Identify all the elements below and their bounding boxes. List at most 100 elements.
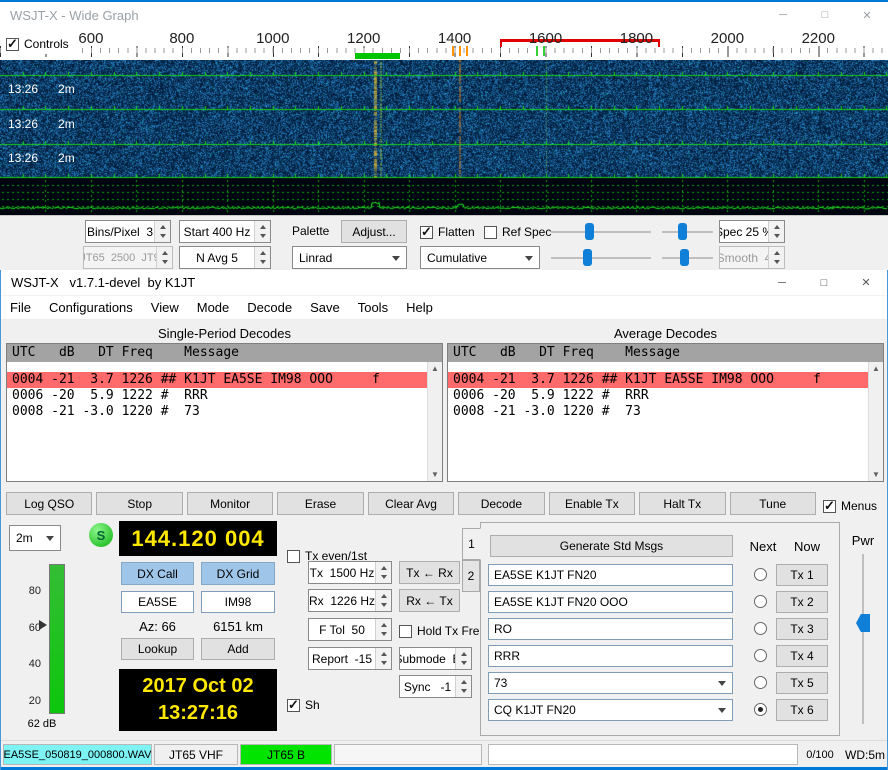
dx-grid-field[interactable]: IM98	[201, 591, 275, 613]
scroll-down-icon[interactable]: ▼	[428, 470, 442, 479]
menu-view[interactable]: View	[142, 296, 188, 319]
stop-button[interactable]: Stop	[96, 492, 182, 515]
decode-scrollbar[interactable]: ▲▼	[427, 362, 442, 481]
halt-tx-button[interactable]: Halt Tx	[639, 492, 725, 515]
spinner-arrows-icon[interactable]	[455, 676, 471, 697]
tx-6-button[interactable]: Tx 6	[776, 699, 828, 721]
rx-freq-spinner[interactable]: Rx 1226 Hz	[308, 589, 392, 612]
spinner-arrows-icon[interactable]	[375, 619, 391, 640]
rx-from-tx-button[interactable]: Rx ← Tx	[399, 589, 460, 612]
tx-message-5-field[interactable]: 73	[488, 672, 733, 694]
waterfall-gain-slider[interactable]	[549, 220, 653, 243]
menu-tools[interactable]: Tools	[349, 296, 397, 319]
tx-message-3-radio[interactable]	[754, 622, 767, 635]
spinner-arrows-icon[interactable]	[768, 221, 784, 242]
waterfall-zero-slider[interactable]	[660, 220, 715, 243]
start-freq-spinner[interactable]: Start 400 Hz	[179, 220, 271, 243]
tab-2[interactable]: 2	[462, 560, 480, 592]
tx-message-5-radio[interactable]	[754, 676, 767, 689]
decode-row[interactable]: 0006 -20 5.9 1222 # RRR	[448, 388, 868, 404]
decode-row[interactable]: 0008 -21 -3.0 1220 # 73	[7, 404, 427, 420]
spectrum-gain-slider[interactable]	[549, 246, 653, 269]
tx-4-button[interactable]: Tx 4	[776, 645, 828, 667]
menus-checkbox[interactable]: Menus	[823, 496, 877, 516]
ftol-spinner[interactable]: F Tol 50	[308, 618, 392, 641]
decode-body[interactable]: 0004 -21 3.7 1226 ## K1JT EA5SE IM98 OOO…	[448, 362, 868, 481]
menu-save[interactable]: Save	[301, 296, 349, 319]
spectrum-mode-combo[interactable]: Cumulative	[420, 246, 540, 269]
decode-row[interactable]: 0008 -21 -3.0 1220 # 73	[448, 404, 868, 420]
adjust-button[interactable]: Adjust...	[341, 220, 407, 243]
scroll-up-icon[interactable]: ▲	[869, 364, 883, 373]
tx-message-6-radio[interactable]	[754, 703, 767, 716]
flatten-checkbox[interactable]: Flatten	[420, 222, 475, 242]
slider-handle[interactable]	[678, 223, 687, 240]
tab-1[interactable]: 1	[462, 528, 481, 560]
wide-graph-titlebar[interactable]: WSJT-X - Wide Graph ─ □ ✕	[0, 2, 888, 28]
maximize-icon[interactable]: □	[803, 270, 845, 295]
spinner-arrows-icon[interactable]	[455, 648, 471, 669]
tx-2-button[interactable]: Tx 2	[776, 591, 828, 613]
tx-3-button[interactable]: Tx 3	[776, 618, 828, 640]
slider-handle[interactable]	[585, 223, 594, 240]
tx-message-6-field[interactable]: CQ K1JT FN20	[488, 699, 733, 721]
band-combo[interactable]: 2m	[9, 525, 61, 551]
tx-from-rx-button[interactable]: Tx ← Rx	[399, 561, 460, 584]
bins-pixel-spinner[interactable]: Bins/Pixel 3	[85, 220, 171, 243]
generate-std-msgs-button[interactable]: Generate Std Msgs	[490, 535, 733, 557]
spinner-arrows-icon[interactable]	[254, 247, 270, 268]
submode-spinner[interactable]: Submode B	[399, 647, 472, 670]
spinner-arrows-icon[interactable]	[254, 221, 270, 242]
menu-mode[interactable]: Mode	[188, 296, 239, 319]
tx-message-2-field[interactable]: EA5SE K1JT FN20 OOO	[488, 591, 733, 613]
tx-message-1-radio[interactable]	[754, 568, 767, 581]
decode-row[interactable]: 0006 -20 5.9 1222 # RRR	[7, 388, 427, 404]
minimize-icon[interactable]: ─	[761, 270, 803, 295]
sync-spinner[interactable]: Sync -1	[399, 675, 472, 698]
freq-ruler[interactable]: Controls 6008001000120014001600180020002…	[0, 28, 888, 60]
dx-grid-button[interactable]: DX Grid	[201, 562, 275, 585]
slider-handle[interactable]	[583, 249, 592, 266]
maximize-icon[interactable]: □	[804, 2, 846, 28]
tx-message-4-radio[interactable]	[754, 649, 767, 662]
tx-1-button[interactable]: Tx 1	[776, 564, 828, 586]
tx-5-button[interactable]: Tx 5	[776, 672, 828, 694]
spectrum-zero-slider[interactable]	[660, 246, 715, 269]
hold-tx-freq-checkbox[interactable]: Hold Tx Freq	[399, 621, 486, 641]
erase-button[interactable]: Erase	[277, 492, 363, 515]
smooth-spinner[interactable]: Smooth 4	[719, 246, 785, 269]
add-button[interactable]: Add	[201, 638, 275, 660]
decode-scrollbar[interactable]: ▲▼	[868, 362, 883, 481]
waterfall-canvas[interactable]	[0, 60, 888, 215]
tx-message-4-field[interactable]: RRR	[488, 645, 733, 667]
spinner-arrows-icon[interactable]	[156, 247, 172, 268]
menu-file[interactable]: File	[1, 296, 40, 319]
controls-checkbox[interactable]: Controls	[6, 34, 75, 54]
palette-combo[interactable]: Linrad	[292, 246, 407, 269]
sh-checkbox[interactable]: Sh	[287, 695, 320, 715]
pwr-slider[interactable]	[854, 552, 872, 726]
scroll-down-icon[interactable]: ▼	[869, 470, 883, 479]
spinner-arrows-icon[interactable]	[375, 590, 391, 611]
tx-message-3-field[interactable]: RO	[488, 618, 733, 640]
menu-decode[interactable]: Decode	[238, 296, 301, 319]
log-qso-button[interactable]: Log QSO	[6, 492, 92, 515]
dx-call-button[interactable]: DX Call	[121, 562, 194, 585]
spinner-arrows-icon[interactable]	[375, 648, 391, 669]
jt65-jt9-split-spinner[interactable]: JT65 2500 JT9	[83, 246, 173, 269]
n-avg-spinner[interactable]: N Avg 5	[179, 246, 271, 269]
close-icon[interactable]: ✕	[846, 2, 888, 28]
slider-handle[interactable]	[856, 614, 870, 632]
menu-help[interactable]: Help	[397, 296, 442, 319]
menu-configurations[interactable]: Configurations	[40, 296, 142, 319]
decode-row[interactable]: 0004 -21 3.7 1226 ## K1JT EA5SE IM98 OOO…	[448, 372, 868, 388]
main-titlebar[interactable]: WSJT-X v1.7.1-devel by K1JT ─ □ ✕	[1, 270, 887, 296]
close-icon[interactable]: ✕	[845, 270, 887, 295]
spinner-arrows-icon[interactable]	[154, 221, 170, 242]
lookup-button[interactable]: Lookup	[121, 638, 194, 660]
enable-tx-button[interactable]: Enable Tx	[549, 492, 635, 515]
decode-row[interactable]: 0004 -21 3.7 1226 ## K1JT EA5SE IM98 OOO…	[7, 372, 427, 388]
scroll-up-icon[interactable]: ▲	[428, 364, 442, 373]
spec-percent-spinner[interactable]: Spec 25 %	[719, 220, 785, 243]
dx-call-field[interactable]: EA5SE	[121, 591, 194, 613]
